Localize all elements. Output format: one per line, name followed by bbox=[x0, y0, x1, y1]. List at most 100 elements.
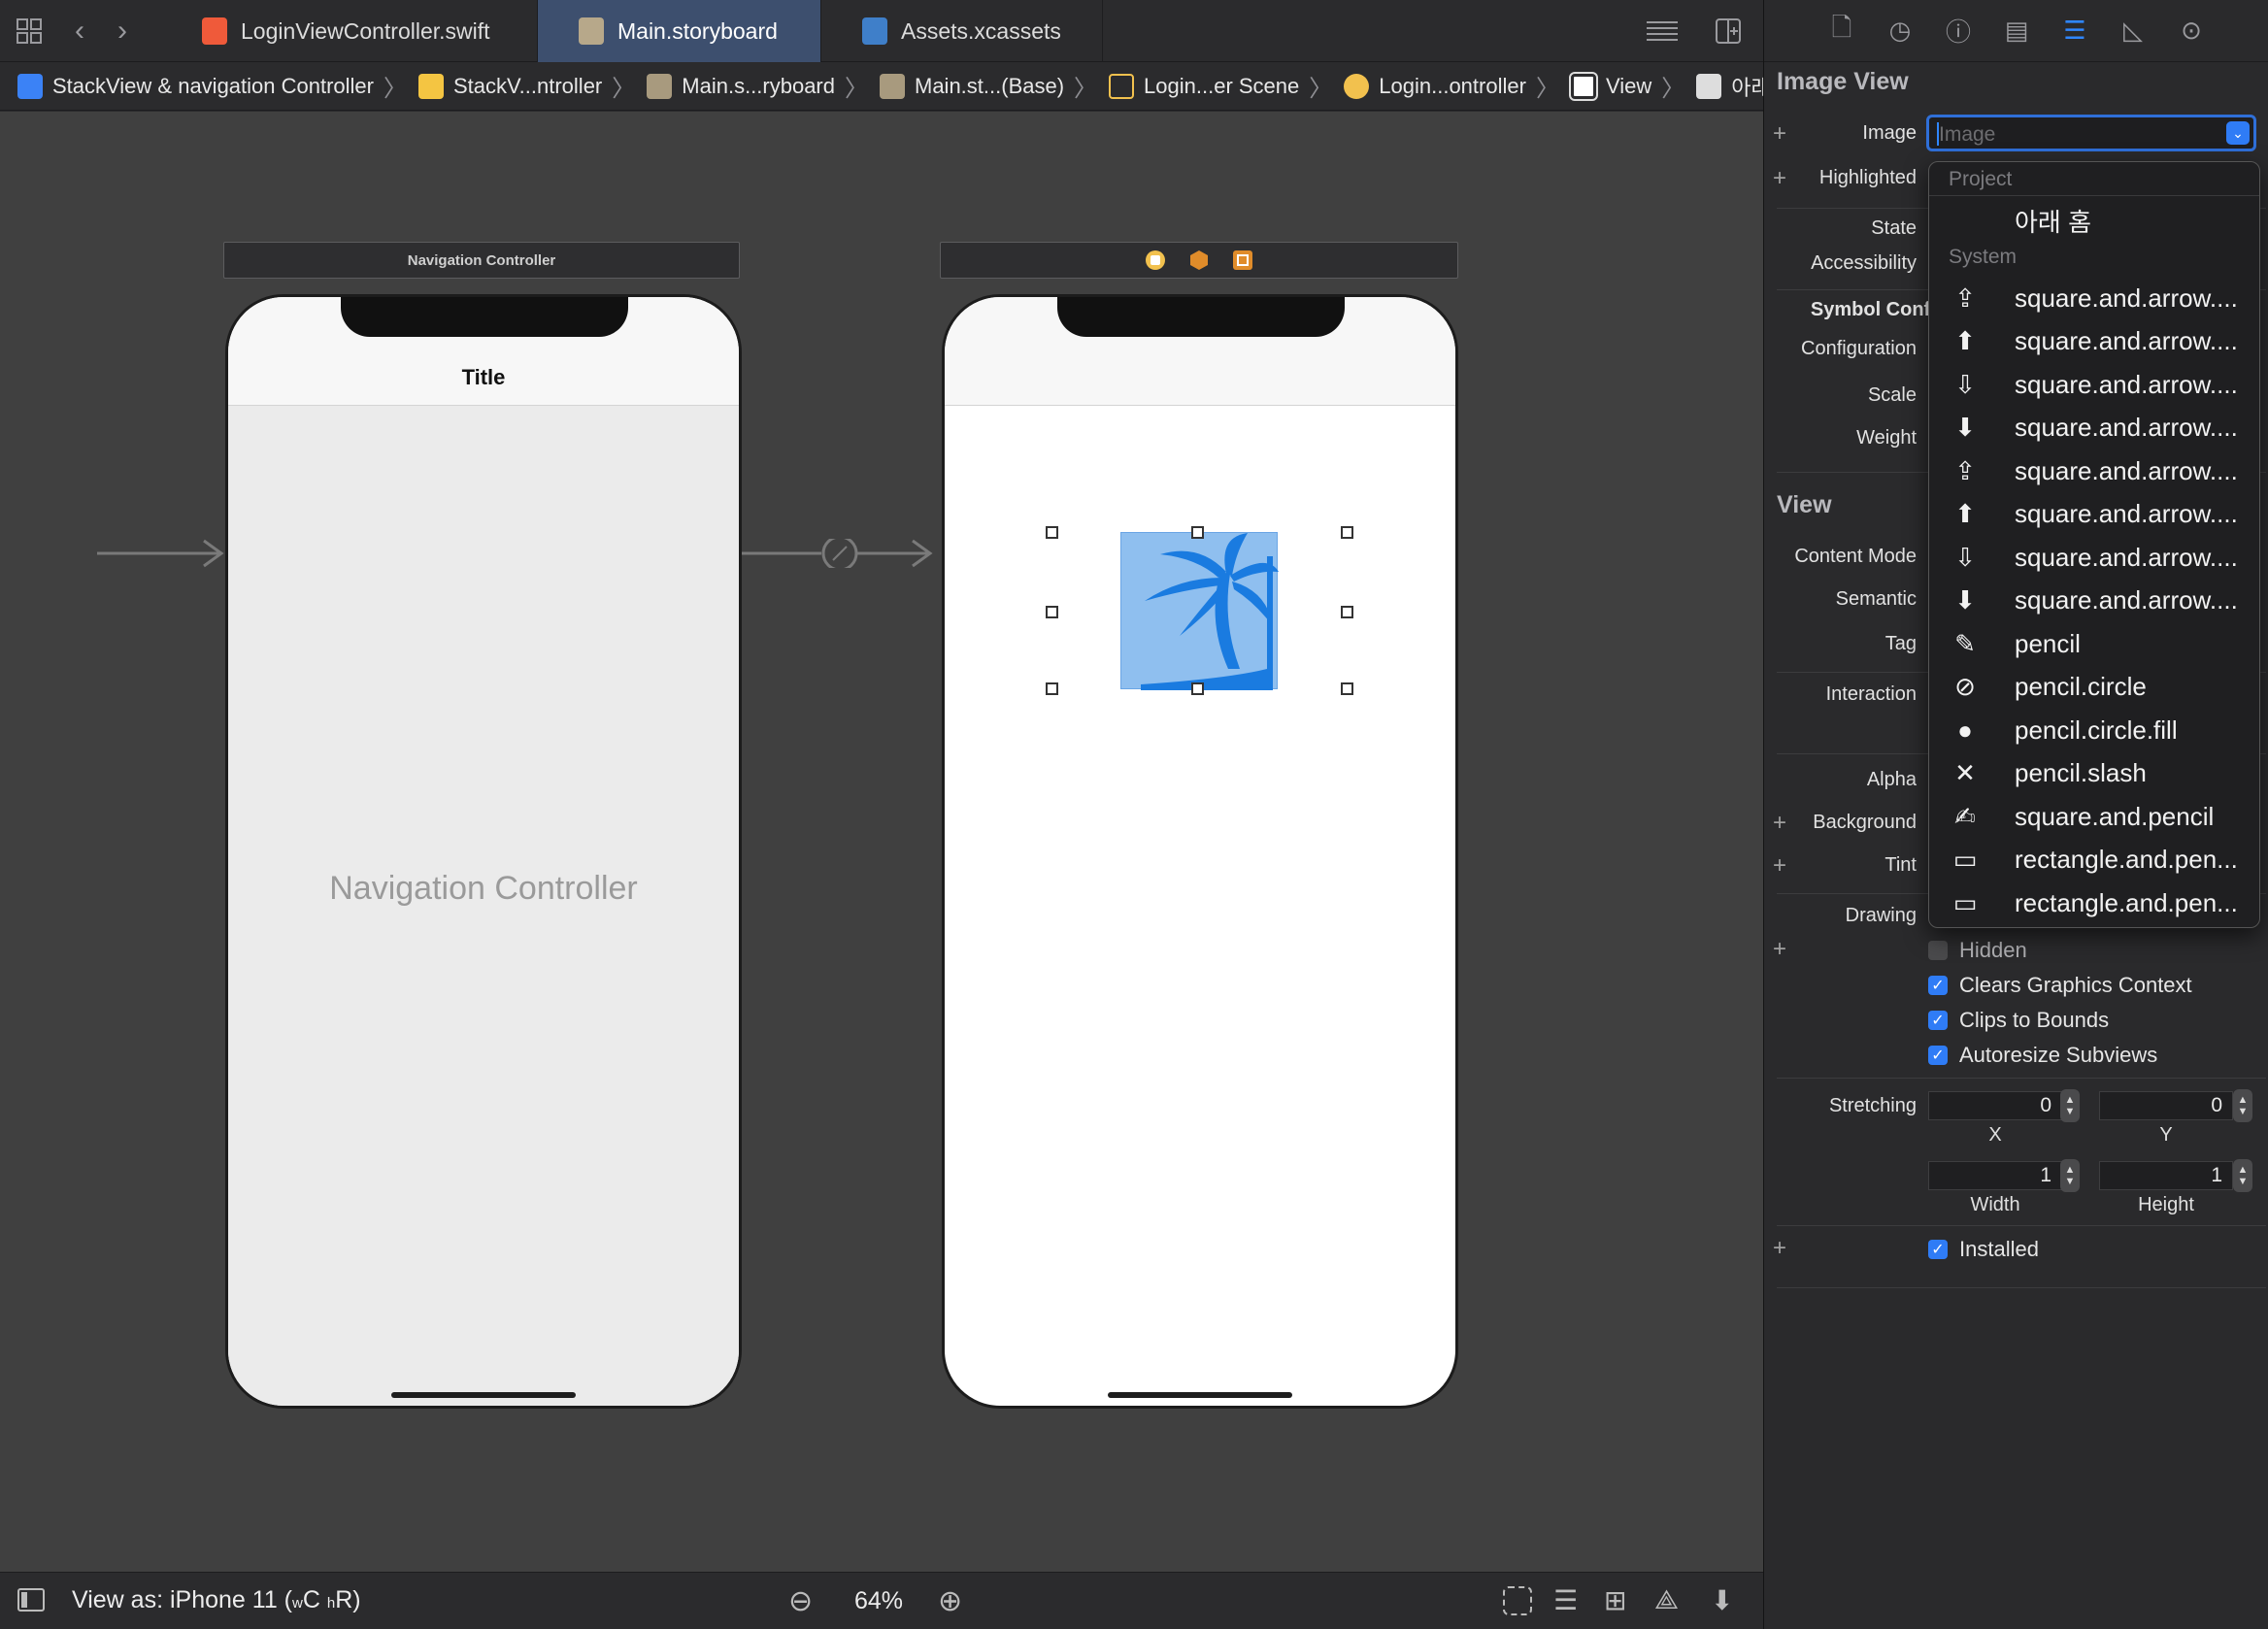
tab-login-view-controller[interactable]: LoginViewController.swift bbox=[161, 0, 538, 62]
resolve-issues-icon[interactable]: ⟁ bbox=[1654, 1584, 1679, 1616]
dropdown-item[interactable]: ⬆ square.and.arrow.... bbox=[1929, 493, 2259, 536]
attributes-inspector-icon[interactable]: ☰ bbox=[2057, 14, 2092, 49]
stretch-x-field[interactable]: 0 bbox=[1928, 1091, 2062, 1120]
tab-main-storyboard[interactable]: Main.storyboard bbox=[538, 0, 821, 62]
editor-options-icon[interactable] bbox=[1645, 14, 1680, 49]
resize-handle[interactable] bbox=[1191, 682, 1204, 695]
image-suggestions-dropdown[interactable]: Project 아래 홈 System ⇪ square.and.arrow...… bbox=[1928, 161, 2260, 928]
clears-graphics-context-checkbox[interactable]: ✓ Clears Graphics Context bbox=[1928, 973, 2192, 998]
related-items-grid-icon[interactable] bbox=[12, 14, 47, 49]
stretch-height-stepper[interactable]: ▲ ▼ bbox=[2233, 1159, 2252, 1192]
forward-chevron-icon[interactable]: › bbox=[105, 14, 140, 49]
dropdown-item[interactable]: ▭ rectangle.and.pen... bbox=[1929, 839, 2259, 881]
clips-to-bounds-checkbox[interactable]: ✓ Clips to Bounds bbox=[1928, 1008, 2109, 1033]
add-variation-icon[interactable]: + bbox=[1773, 120, 1786, 148]
breadcrumb-storyboard[interactable]: Main.s...ryboard bbox=[647, 73, 835, 99]
view-controller-icon[interactable] bbox=[1146, 250, 1165, 270]
login-view-controller-phone[interactable] bbox=[942, 294, 1458, 1409]
tab-assets-xcassets[interactable]: Assets.xcassets bbox=[821, 0, 1103, 62]
storyboard-canvas[interactable]: Navigation Controller Title Navigation C… bbox=[0, 112, 1763, 1572]
history-inspector-icon[interactable]: ◷ bbox=[1883, 14, 1918, 49]
quick-help-icon[interactable]: ⓘ bbox=[1941, 14, 1976, 49]
checkbox-unchecked-icon[interactable] bbox=[1928, 941, 1948, 960]
exit-icon[interactable] bbox=[1233, 250, 1252, 270]
identity-inspector-icon[interactable]: ▤ bbox=[1999, 14, 2034, 49]
add-variation-icon[interactable]: + bbox=[1773, 165, 1786, 192]
navigation-controller-phone[interactable]: Title Navigation Controller bbox=[225, 294, 742, 1409]
stretch-y-stepper[interactable]: ▲ ▼ bbox=[2233, 1089, 2252, 1122]
dropdown-item[interactable]: ⬇ square.and.arrow.... bbox=[1929, 580, 2259, 622]
breadcrumb-view[interactable]: View bbox=[1568, 71, 1651, 101]
resize-handle[interactable] bbox=[1191, 526, 1204, 539]
add-editor-icon[interactable] bbox=[1711, 14, 1746, 49]
stretch-width-stepper[interactable]: ▲ ▼ bbox=[2060, 1159, 2080, 1192]
dropdown-item[interactable]: ▭ rectangle.and.pen... bbox=[1929, 881, 2259, 924]
resize-handle[interactable] bbox=[1341, 682, 1353, 695]
breadcrumb-controller[interactable]: Login...ontroller bbox=[1344, 73, 1526, 99]
size-inspector-icon[interactable]: ◺ bbox=[2116, 14, 2151, 49]
resize-handle[interactable] bbox=[1046, 606, 1058, 618]
segue-arrow[interactable] bbox=[742, 539, 942, 568]
dropdown-item[interactable]: ⬆ square.and.arrow.... bbox=[1929, 320, 2259, 363]
stretch-height-field[interactable]: 1 bbox=[2099, 1161, 2233, 1190]
dropdown-item[interactable]: ⇩ square.and.arrow.... bbox=[1929, 363, 2259, 406]
breadcrumb-image-view[interactable]: 아래 홈 bbox=[1696, 71, 1763, 102]
image-label: Image bbox=[1862, 122, 1917, 144]
first-responder-icon[interactable] bbox=[1190, 250, 1208, 270]
entry-point-arrow[interactable] bbox=[97, 539, 233, 568]
dropdown-item[interactable]: ⬇ square.and.arrow.... bbox=[1929, 407, 2259, 449]
resize-handle[interactable] bbox=[1341, 526, 1353, 539]
selected-image-view[interactable] bbox=[1120, 532, 1279, 690]
breadcrumb-project[interactable]: StackView & navigation Controller bbox=[17, 73, 374, 99]
zoom-level[interactable]: 64% bbox=[854, 1587, 903, 1615]
update-frames-icon[interactable] bbox=[1503, 1586, 1532, 1615]
add-constraints-icon[interactable]: ⊞ bbox=[1604, 1584, 1626, 1616]
connections-inspector-icon[interactable]: ⊙ bbox=[2174, 14, 2209, 49]
stretch-x-stepper[interactable]: ▲ ▼ bbox=[2060, 1089, 2080, 1122]
toggle-outline-icon[interactable] bbox=[17, 1588, 45, 1612]
autoresize-subviews-checkbox[interactable]: ✓ Autoresize Subviews bbox=[1928, 1043, 2157, 1068]
nav-scene-titlebar[interactable]: Navigation Controller bbox=[223, 242, 740, 279]
checkbox-checked-icon[interactable]: ✓ bbox=[1928, 976, 1948, 995]
stretch-y-field[interactable]: 0 bbox=[2099, 1091, 2233, 1120]
file-inspector-icon[interactable]: 🗋 bbox=[1824, 13, 1859, 49]
xcode-project-icon bbox=[17, 73, 43, 99]
dropdown-item[interactable]: ✍ square.and.pencil bbox=[1929, 795, 2259, 838]
size-class-r: R) bbox=[335, 1586, 361, 1613]
stretch-width-field[interactable]: 1 bbox=[1928, 1161, 2062, 1190]
breadcrumb-folder[interactable]: StackV...ntroller bbox=[418, 73, 602, 99]
view-as-device[interactable]: View as: iPhone 11 (wC hR) bbox=[72, 1586, 361, 1614]
zoom-out-icon[interactable]: ⊖ bbox=[788, 1584, 813, 1618]
add-variation-icon[interactable]: + bbox=[1773, 936, 1786, 963]
breadcrumb-storyboard-base[interactable]: Main.st...(Base) bbox=[880, 73, 1064, 99]
breadcrumb-scene[interactable]: Login...er Scene bbox=[1109, 73, 1299, 99]
dropdown-item[interactable]: ● pencil.circle.fill bbox=[1929, 709, 2259, 751]
dropdown-item[interactable]: ✎ pencil bbox=[1929, 622, 2259, 665]
checkbox-checked-icon[interactable]: ✓ bbox=[1928, 1046, 1948, 1065]
dropdown-item[interactable]: ⇪ square.and.arrow.... bbox=[1929, 277, 2259, 319]
chevron-down-icon[interactable]: ⌄ bbox=[2226, 121, 2250, 145]
add-variation-icon[interactable]: + bbox=[1773, 1235, 1786, 1262]
dropdown-item[interactable]: ✕ pencil.slash bbox=[1929, 752, 2259, 795]
zoom-in-icon[interactable]: ⊕ bbox=[938, 1584, 962, 1618]
align-icon[interactable]: ☰ bbox=[1553, 1584, 1578, 1616]
resize-handle[interactable] bbox=[1046, 682, 1058, 695]
checkbox-checked-icon[interactable]: ✓ bbox=[1928, 1011, 1948, 1030]
dropdown-item[interactable]: ⊘ pencil.circle bbox=[1929, 666, 2259, 709]
checkbox-checked-icon[interactable]: ✓ bbox=[1928, 1240, 1948, 1259]
dropdown-item-project[interactable]: 아래 홈 bbox=[1929, 199, 2259, 242]
download-icon: ⇩ bbox=[1954, 369, 1976, 399]
resize-handle[interactable] bbox=[1341, 606, 1353, 618]
add-variation-icon[interactable]: + bbox=[1773, 852, 1786, 880]
login-scene-titlebar[interactable] bbox=[940, 242, 1458, 279]
add-variation-icon[interactable]: + bbox=[1773, 810, 1786, 837]
home-indicator bbox=[1108, 1392, 1292, 1398]
dropdown-item[interactable]: ⇪ square.and.arrow.... bbox=[1929, 449, 2259, 492]
back-chevron-icon[interactable]: ‹ bbox=[62, 14, 97, 49]
dropdown-item[interactable]: ⇩ square.and.arrow.... bbox=[1929, 536, 2259, 579]
image-combobox[interactable]: Image ⌄ bbox=[1926, 115, 2256, 151]
hidden-checkbox[interactable]: Hidden bbox=[1928, 938, 2027, 963]
embed-in-icon[interactable]: ⬇ bbox=[1711, 1584, 1733, 1616]
resize-handle[interactable] bbox=[1046, 526, 1058, 539]
installed-checkbox[interactable]: ✓ Installed bbox=[1928, 1237, 2039, 1262]
